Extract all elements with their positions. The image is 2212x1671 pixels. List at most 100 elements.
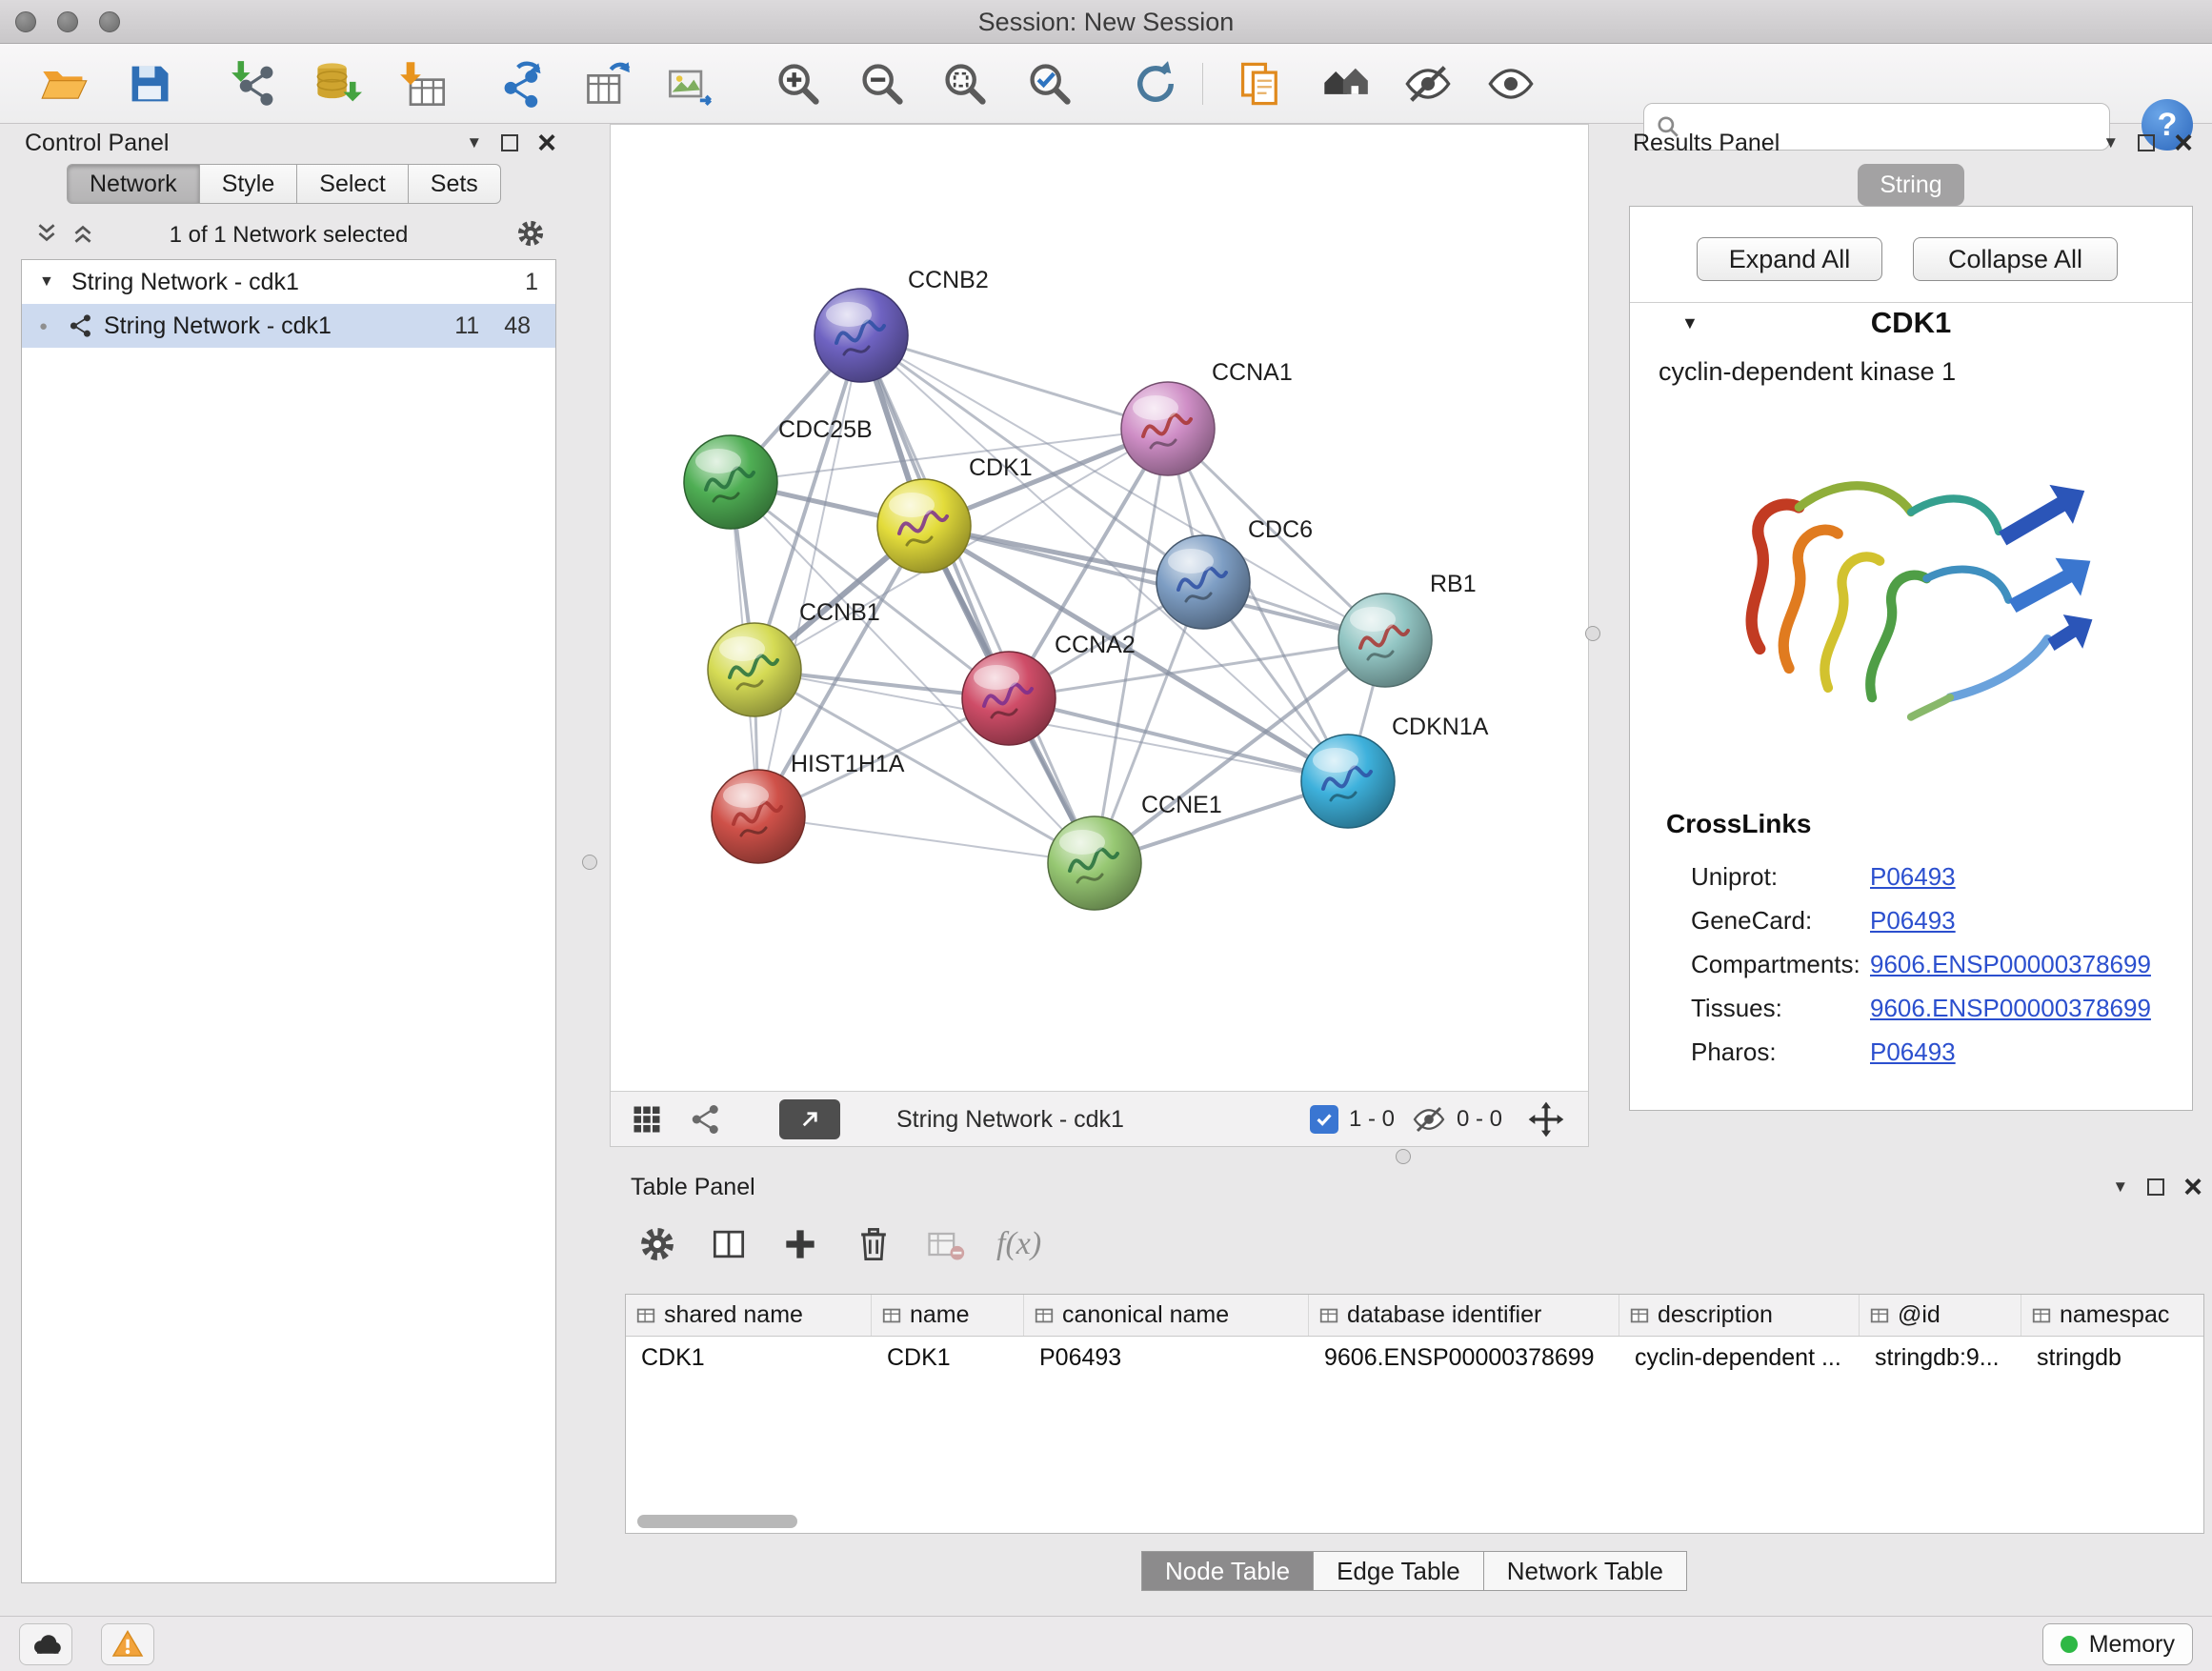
column-header-shared-name[interactable]: shared name xyxy=(626,1295,872,1336)
results-panel-title: Results Panel xyxy=(1633,130,1780,157)
network-edge[interactable] xyxy=(861,335,1095,863)
tree-caret-icon[interactable]: ▼ xyxy=(39,273,71,291)
network-row[interactable]: ● String Network - cdk1 11 48 xyxy=(22,304,555,348)
crosslink-link[interactable]: P06493 xyxy=(1870,906,1956,936)
hide-graphics-button[interactable] xyxy=(1399,55,1457,112)
tab-style[interactable]: Style xyxy=(200,164,298,204)
panel-splitter-handle[interactable] xyxy=(1396,1149,1411,1164)
table-row[interactable]: CDK1 CDK1 P06493 9606.ENSP00000378699 cy… xyxy=(626,1337,2203,1379)
column-header-name[interactable]: name xyxy=(872,1295,1024,1336)
panel-close-icon[interactable]: × xyxy=(537,129,556,157)
import-network-database-button[interactable] xyxy=(309,55,366,112)
network-tree: ▼ String Network - cdk1 1 ● String Netwo… xyxy=(21,259,556,1583)
column-header-id[interactable]: @id xyxy=(1860,1295,2021,1336)
network-canvas[interactable]: CCNB2CCNA1CDC25BCDK1CDC6RB1CCNB1CCNA2CDK… xyxy=(611,125,1588,1091)
network-edge[interactable] xyxy=(924,526,1385,640)
gear-icon[interactable] xyxy=(514,217,547,250)
panel-splitter-handle[interactable] xyxy=(582,855,597,870)
warnings-button[interactable] xyxy=(101,1623,154,1665)
window-titlebar: Session: New Session xyxy=(0,0,2212,44)
home-button[interactable] xyxy=(1317,55,1374,112)
network-share-icon[interactable] xyxy=(689,1102,723,1137)
column-header-description[interactable]: description xyxy=(1619,1295,1860,1336)
delete-column-button[interactable] xyxy=(847,1218,900,1271)
delete-table-button[interactable] xyxy=(918,1218,972,1271)
crosslink-link[interactable]: 9606.ENSP00000378699 xyxy=(1870,994,2151,1023)
crosslink-link[interactable]: 9606.ENSP00000378699 xyxy=(1870,950,2151,979)
cell-id[interactable]: stringdb:9... xyxy=(1860,1344,2021,1372)
crosslink-label: Tissues: xyxy=(1691,994,1870,1023)
node-highlight xyxy=(719,636,765,661)
grid-view-icon[interactable] xyxy=(630,1102,664,1137)
panel-close-icon[interactable]: × xyxy=(2183,1173,2202,1201)
panel-menu-icon[interactable]: ▼ xyxy=(2102,133,2119,152)
crosslink-link[interactable]: P06493 xyxy=(1870,1037,1956,1067)
cell-description[interactable]: cyclin-dependent ... xyxy=(1619,1344,1860,1372)
panel-float-icon[interactable] xyxy=(501,134,518,151)
divider xyxy=(1630,302,2192,303)
results-panel-header: Results Panel ▼ × xyxy=(1619,124,2202,162)
crosslink-link[interactable]: P06493 xyxy=(1870,862,1956,892)
panel-splitter-handle[interactable] xyxy=(1585,626,1600,641)
tab-sets[interactable]: Sets xyxy=(409,164,501,204)
cell-shared-name[interactable]: CDK1 xyxy=(626,1344,872,1372)
network-current-bullet: ● xyxy=(39,318,68,334)
cell-canonical-name[interactable]: P06493 xyxy=(1024,1344,1309,1372)
copy-document-button[interactable] xyxy=(1232,55,1289,112)
pan-move-icon[interactable] xyxy=(1527,1100,1565,1138)
open-session-button[interactable] xyxy=(36,55,93,112)
panel-float-icon[interactable] xyxy=(2147,1178,2164,1196)
table-tabs: Node Table Edge Table Network Table xyxy=(1142,1551,1687,1591)
detach-view-button[interactable] xyxy=(779,1099,840,1139)
zoom-out-button[interactable] xyxy=(854,55,911,112)
zoom-selected-button[interactable] xyxy=(1021,55,1078,112)
expand-all-button[interactable]: Expand All xyxy=(1697,237,1882,281)
network-edge[interactable] xyxy=(758,816,1095,863)
network-edge[interactable] xyxy=(758,335,861,816)
network-edge[interactable] xyxy=(861,335,1168,429)
network-collection-row[interactable]: ▼ String Network - cdk1 1 xyxy=(22,260,555,304)
table-panel: Table Panel ▼ × f(x) shared name name xyxy=(617,1168,2212,1612)
cloud-status-button[interactable] xyxy=(19,1623,72,1665)
panel-float-icon[interactable] xyxy=(2138,134,2155,151)
refresh-view-button[interactable] xyxy=(1127,55,1184,112)
selected-checkbox[interactable] xyxy=(1310,1105,1338,1134)
export-network-button[interactable] xyxy=(493,55,551,112)
export-network-icon xyxy=(497,59,547,109)
horizontal-scrollbar[interactable] xyxy=(637,1515,797,1528)
node-label-cdk1: CDK1 xyxy=(969,454,1033,481)
memory-button[interactable]: Memory xyxy=(2042,1623,2193,1665)
tab-network[interactable]: Network xyxy=(67,164,200,204)
tab-edge-table[interactable]: Edge Table xyxy=(1313,1551,1484,1591)
panel-menu-icon[interactable]: ▼ xyxy=(2112,1178,2128,1197)
node-highlight xyxy=(1133,395,1178,420)
panel-close-icon[interactable]: × xyxy=(2174,129,2193,157)
hidden-counts: 0 - 0 xyxy=(1457,1092,1502,1147)
tab-network-table[interactable]: Network Table xyxy=(1483,1551,1687,1591)
show-graphics-button[interactable] xyxy=(1482,55,1539,112)
export-table-button[interactable] xyxy=(578,55,635,112)
export-image-button[interactable] xyxy=(661,55,718,112)
add-column-button[interactable] xyxy=(774,1218,827,1271)
panel-menu-icon[interactable]: ▼ xyxy=(466,133,482,152)
zoom-fit-button[interactable] xyxy=(936,55,994,112)
column-header-namespace[interactable]: namespac xyxy=(2021,1295,2203,1336)
import-table-button[interactable] xyxy=(394,55,452,112)
function-builder-button[interactable]: f(x) xyxy=(996,1218,1041,1271)
tab-string[interactable]: String xyxy=(1858,164,1964,206)
show-columns-button[interactable] xyxy=(702,1218,755,1271)
zoom-in-button[interactable] xyxy=(770,55,827,112)
tab-select[interactable]: Select xyxy=(297,164,408,204)
import-network-file-button[interactable] xyxy=(227,55,284,112)
hidden-eye-slash-icon[interactable] xyxy=(1412,1102,1446,1137)
collapse-all-button[interactable]: Collapse All xyxy=(1913,237,2118,281)
column-header-database-identifier[interactable]: database identifier xyxy=(1309,1295,1619,1336)
cell-database-identifier[interactable]: 9606.ENSP00000378699 xyxy=(1309,1344,1619,1372)
save-session-button[interactable] xyxy=(121,55,178,112)
tab-node-table[interactable]: Node Table xyxy=(1141,1551,1314,1591)
table-settings-button[interactable] xyxy=(631,1218,684,1271)
cell-name[interactable]: CDK1 xyxy=(872,1344,1024,1372)
column-header-canonical-name[interactable]: canonical name xyxy=(1024,1295,1309,1336)
cell-namespace[interactable]: stringdb xyxy=(2021,1344,2203,1372)
zoom-in-icon xyxy=(774,59,823,109)
